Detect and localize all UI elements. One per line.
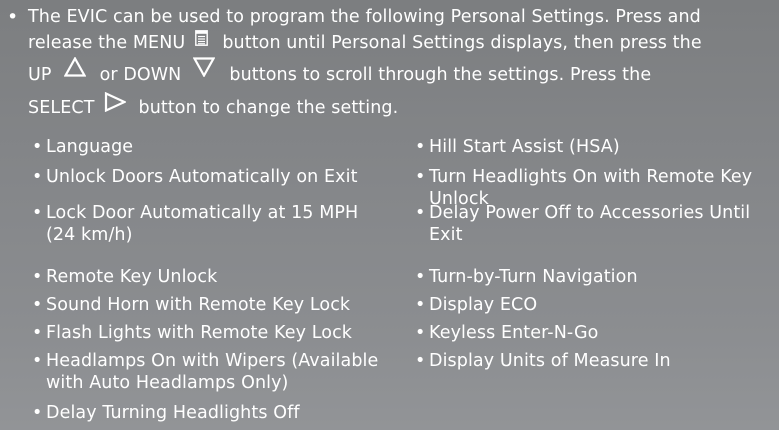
list-bullet: • (32, 323, 43, 343)
list-item-label: Sound Horn with Remote Key Lock (46, 295, 351, 315)
list-item-label: Display ECO (429, 295, 538, 315)
list-item: • Delay Power Off to Accessories Until E… (415, 202, 779, 246)
list-bullet: • (32, 351, 43, 371)
list-item-label: Headlamps On with Wipers (Available (46, 351, 379, 371)
list-item: • Delay Turning Headlights Off (32, 402, 386, 424)
intro-line-3: UP or DOWN buttons to scroll through the s… (28, 56, 768, 94)
intro-text-2a: release the MENU (28, 33, 186, 53)
list-item: • Remote Key Unlock (32, 266, 386, 288)
intro-text-3b: or DOWN (99, 65, 182, 85)
list-bullet: • (32, 295, 43, 315)
intro-text-4b: button to change the setting. (138, 98, 399, 118)
list-bullet: • (415, 203, 426, 223)
list-item-label: Unlock Doors Automatically on Exit (46, 167, 358, 187)
list-bullet: • (415, 323, 426, 343)
list-bullet: • (415, 295, 426, 315)
list-bullet: • (32, 203, 43, 223)
list-item: • Keyless Enter-N-Go (415, 322, 779, 344)
list-bullet: • (415, 137, 426, 157)
list-item: • Display ECO (415, 294, 779, 316)
list-item-label-cont: (24 km/h) (46, 225, 133, 245)
list-bullet: • (32, 403, 43, 423)
list-bullet: • (32, 137, 43, 157)
list-item-label: Hill Start Assist (HSA) (429, 137, 620, 157)
menu-icon (195, 28, 209, 54)
list-item-label: Delay Power Off to Accessories Until (429, 203, 751, 223)
right-triangle-icon (104, 91, 128, 120)
list-bullet: • (415, 167, 426, 187)
list-item-label: Turn Headlights On with Remote Key (429, 167, 753, 187)
intro-line-2: release the MENU button until Personal Se… (28, 30, 768, 56)
list-item-label: Flash Lights with Remote Key Lock (46, 323, 353, 343)
list-bullet: • (32, 267, 43, 287)
list-bullet: • (415, 267, 426, 287)
intro-text-4a: SELECT (28, 98, 95, 118)
intro-text-3c: buttons to scroll through the settings. … (229, 65, 652, 85)
intro-text-3a: UP (28, 65, 52, 85)
list-bullet: • (415, 351, 426, 371)
intro-text-2b: button until Personal Settings displays,… (222, 33, 702, 53)
list-item: • Sound Horn with Remote Key Lock (32, 294, 386, 316)
intro-bullet: • (7, 6, 19, 28)
list-item-label: Turn-by-Turn Navigation (429, 267, 638, 287)
list-item-label: Language (46, 137, 134, 157)
list-item-label: Lock Door Automatically at 15 MPH (46, 203, 359, 223)
up-triangle-icon (63, 53, 86, 91)
list-item-label: Remote Key Unlock (46, 267, 218, 287)
list-item: • Headlamps On with Wipers (Available wi… (32, 350, 386, 394)
intro-paragraph: The EVIC can be used to program the foll… (28, 4, 768, 122)
list-item: • Display Units of Measure In (415, 350, 779, 372)
list-item: • Language (32, 136, 386, 158)
list-item-label-cont: Exit (429, 225, 463, 245)
list-bullet: • (32, 167, 43, 187)
list-item: • Flash Lights with Remote Key Lock (32, 322, 386, 344)
list-item-label: Keyless Enter-N-Go (429, 323, 599, 343)
list-item-label: Delay Turning Headlights Off (46, 403, 300, 423)
list-item: • Unlock Doors Automatically on Exit (32, 166, 386, 188)
list-item: • Lock Door Automatically at 15 MPH (24 … (32, 202, 386, 246)
down-triangle-icon (193, 53, 216, 91)
list-item: • Turn-by-Turn Navigation (415, 266, 779, 288)
intro-line-4: SELECT button to change the setting. (28, 91, 768, 122)
list-item: • Hill Start Assist (HSA) (415, 136, 779, 158)
intro-line-1: The EVIC can be used to program the foll… (28, 4, 768, 30)
list-item-label: Display Units of Measure In (429, 351, 671, 371)
list-item-label-cont: with Auto Headlamps Only) (46, 373, 289, 393)
intro-text-1: The EVIC can be used to program the foll… (28, 7, 701, 27)
